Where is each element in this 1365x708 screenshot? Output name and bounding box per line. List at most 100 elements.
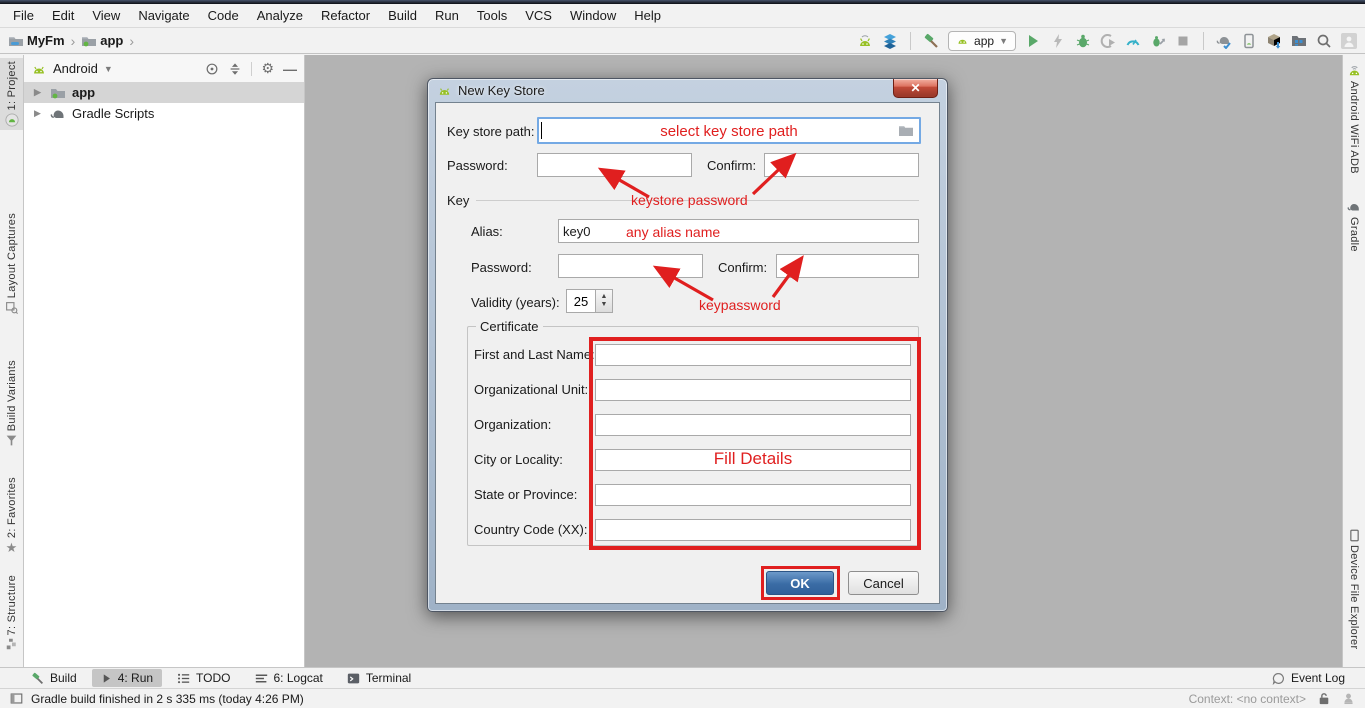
device-manager-icon[interactable] [1241,33,1257,49]
breadcrumb-project[interactable]: MyFm [27,33,65,48]
menu-item[interactable]: Navigate [129,5,198,26]
menu-item[interactable]: Build [379,5,426,26]
collapse-all-icon[interactable] [228,62,242,76]
sidebar-tab-build-variants[interactable]: Build Variants [0,360,23,447]
certificate-row: State or Province: [474,484,912,506]
apply-changes-icon[interactable] [1050,33,1066,49]
sidebar-tab-device-file-explorer[interactable]: Device File Explorer [1343,529,1365,649]
stepper-arrows-icon[interactable]: ▲▼ [595,290,612,312]
menu-item[interactable]: File [4,5,43,26]
run-config-select[interactable]: app ▼ [948,31,1016,51]
validity-label: Validity (years): [471,295,560,310]
chevron-right-icon: › [126,33,137,49]
inspections-hector-icon[interactable] [1342,692,1355,705]
project-panel-header: Android ▼ ⚙ — [24,55,304,82]
hide-panel-icon[interactable]: — [283,61,297,77]
gradle-sync-icon[interactable] [1216,33,1232,49]
tree-item-gradle-scripts[interactable]: ▶ Gradle Scripts [24,103,304,124]
certificate-field-input[interactable] [595,484,911,506]
menu-item[interactable]: View [83,5,129,26]
avd-manager-icon[interactable] [857,33,873,49]
certificate-field-label: First and Last Name: [474,347,595,362]
right-tool-stripe: Android WiFi ADB Gradle Device File Expl… [1342,55,1365,667]
sidebar-tab-structure[interactable]: 7: Structure [0,575,23,650]
sidebar-tab-layout-captures[interactable]: Layout Captures [0,213,23,314]
toolwindow-tab-build[interactable]: Build [22,669,86,687]
toolwindow-tab-terminal[interactable]: Terminal [338,669,420,687]
attach-debugger-icon[interactable] [1150,33,1166,49]
project-structure-icon[interactable] [1291,33,1307,49]
todo-list-icon [177,672,190,685]
key-confirm-input[interactable] [776,254,919,278]
terminal-icon [347,672,360,685]
run-icon[interactable] [1025,33,1041,49]
star-icon: ★ [6,541,18,554]
menu-item[interactable]: Analyze [248,5,312,26]
menu-item[interactable]: Tools [468,5,516,26]
locate-file-icon[interactable] [205,62,219,76]
certificate-field-label: City or Locality: [474,452,563,467]
close-icon[interactable]: ✕ [893,79,938,98]
annotation-fill-details: Fill Details [594,448,912,470]
debug-icon[interactable] [1075,33,1091,49]
password-input[interactable] [537,153,692,177]
alias-label: Alias: [471,224,503,239]
key-password-input[interactable] [558,254,703,278]
certificate-field-input[interactable] [595,379,911,401]
event-log-button[interactable]: Event Log [1272,671,1345,685]
toolwindow-tab-todo[interactable]: TODO [168,669,239,687]
logcat-lines-icon [255,672,268,685]
layout-inspector-icon[interactable] [882,33,898,49]
confirm-input[interactable] [764,153,919,177]
chevron-down-icon[interactable]: ▼ [104,64,113,74]
tree-item-app[interactable]: ▶ app [24,82,304,103]
sidebar-tab-android-wifi-adb[interactable]: Android WiFi ADB [1343,63,1365,174]
project-tab-icon [5,113,19,127]
event-log-balloon-icon [1272,672,1285,685]
settings-gear-icon[interactable]: ⚙ [261,60,274,77]
menu-item[interactable]: Edit [43,5,83,26]
certificate-field-input[interactable] [595,414,911,436]
sidebar-tab-favorites[interactable]: 2: Favorites ★ [0,477,23,554]
device-icon [1348,529,1361,542]
run-coverage-icon[interactable] [1100,33,1116,49]
expand-arrow-icon[interactable]: ▶ [34,87,44,98]
toolwindow-toggle-icon[interactable] [10,692,23,705]
structure-icon [6,638,18,650]
dialog-title-bar[interactable]: New Key Store [428,79,947,102]
menu-item[interactable]: VCS [516,5,561,26]
sidebar-tab-project[interactable]: 1: Project [0,58,23,130]
menu-item[interactable]: Refactor [312,5,379,26]
search-everywhere-icon[interactable] [1316,33,1332,49]
android-view-icon [31,61,47,77]
cancel-button[interactable]: Cancel [848,571,919,595]
alias-input[interactable] [558,219,919,243]
ok-button[interactable]: OK [766,571,834,595]
sdk-manager-icon[interactable] [1266,33,1282,49]
certificate-field-input[interactable] [595,519,911,541]
toolwindow-tab-run[interactable]: 4: Run [92,669,162,687]
confirm-label: Confirm: [707,158,756,173]
certificate-field-input[interactable] [595,344,911,366]
menu-item[interactable]: Help [625,5,670,26]
profiler-icon[interactable] [1125,33,1141,49]
sidebar-tab-gradle[interactable]: Gradle [1343,200,1365,252]
project-folder-icon [8,33,24,49]
lock-icon[interactable] [1318,692,1330,705]
menu-item[interactable]: Run [426,5,468,26]
status-message: Gradle build finished in 2 s 335 ms (tod… [31,692,304,706]
build-hammer-icon[interactable] [923,33,939,49]
toolwindow-tab-logcat[interactable]: 6: Logcat [246,669,332,687]
stop-icon[interactable] [1175,33,1191,49]
user-avatar-icon[interactable] [1341,33,1357,49]
gradle-icon [50,106,66,122]
validity-stepper[interactable]: 25 ▲▼ [566,289,613,313]
menu-item[interactable]: Code [199,5,248,26]
breadcrumb-module[interactable]: app [100,33,123,48]
project-tool-window: Android ▼ ⚙ — ▶ app ▶ Gradle Scripts [24,55,305,667]
view-selector[interactable]: Android [53,61,98,76]
certificate-field-label: Organization: [474,417,551,432]
menu-item[interactable]: Window [561,5,625,26]
certificate-row: Country Code (XX): [474,519,912,541]
expand-arrow-icon[interactable]: ▶ [34,108,44,119]
